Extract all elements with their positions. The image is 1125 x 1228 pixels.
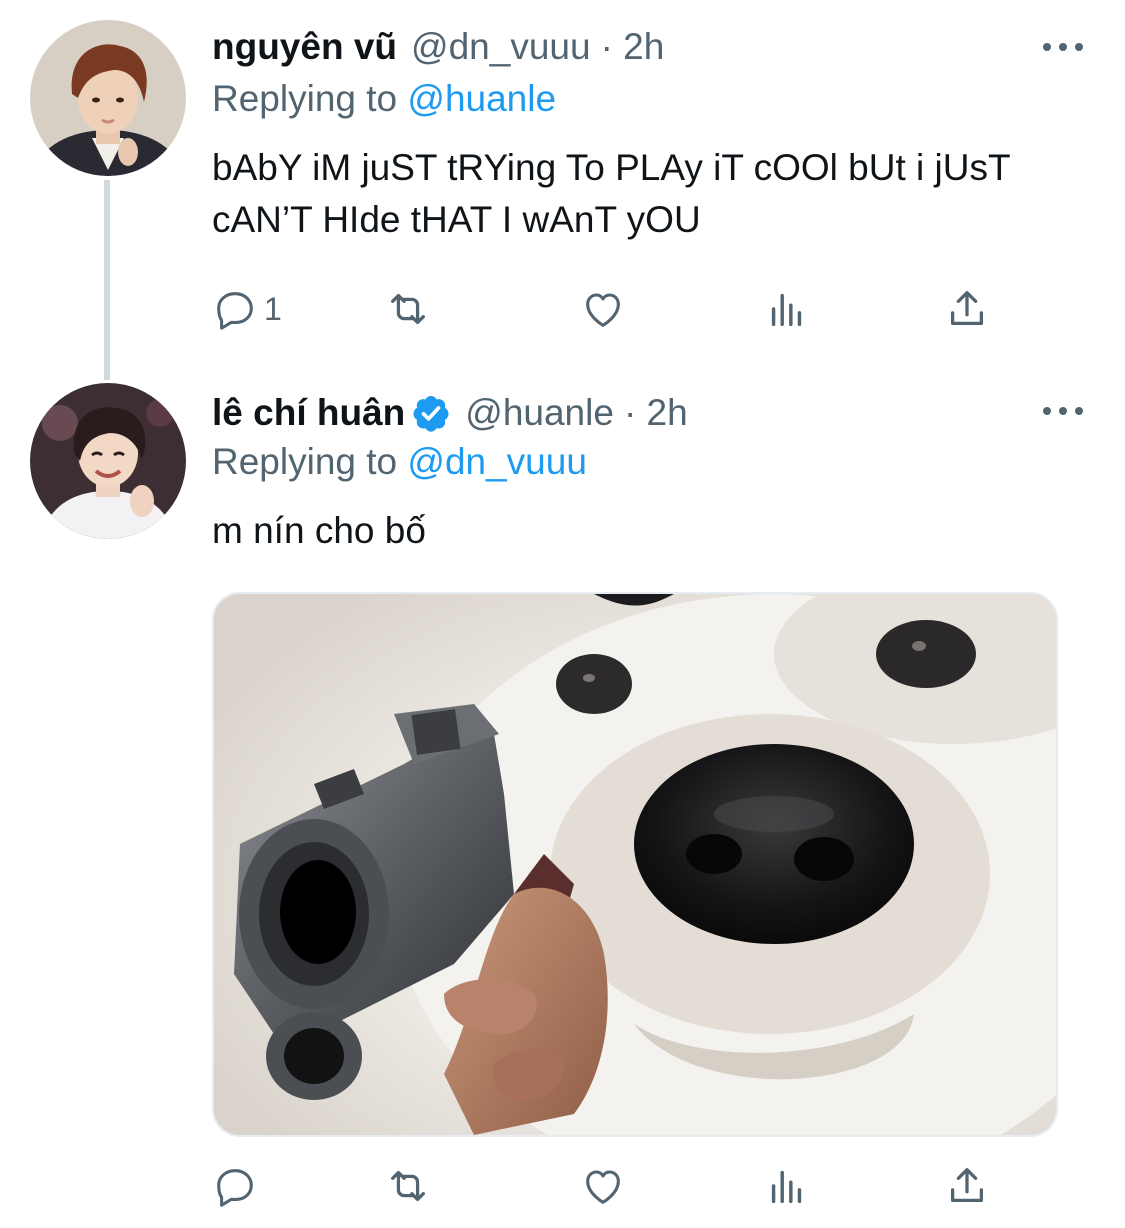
- reply-icon: [217, 1169, 253, 1207]
- analytics-button[interactable]: [764, 285, 810, 333]
- author-name[interactable]: nguyên vũ: [212, 25, 397, 69]
- analytics-icon: [771, 1170, 802, 1204]
- more-icon[interactable]: [1043, 405, 1083, 417]
- timestamp[interactable]: · 2h: [624, 391, 688, 435]
- author-handle[interactable]: @huanle: [465, 391, 614, 435]
- avatar[interactable]: [30, 20, 186, 176]
- retweet-icon: [391, 293, 425, 325]
- retweet-button[interactable]: [385, 1162, 431, 1210]
- more-icon[interactable]: [1043, 41, 1083, 53]
- verified-badge-icon: [413, 396, 449, 432]
- reply-button[interactable]: [212, 1162, 258, 1210]
- replying-to: Replying to @dn_vuuu: [212, 440, 587, 484]
- share-icon: [950, 1168, 984, 1203]
- reply-icon: [217, 292, 253, 330]
- like-button[interactable]: [580, 1162, 626, 1210]
- replying-label: Replying to: [212, 441, 398, 482]
- tweet-1[interactable]: nguyên vũ @dn_vuuu · 2h Replying to @hua…: [0, 0, 1125, 380]
- tweet-media-image[interactable]: [212, 592, 1058, 1137]
- tweet-text: bAbY iM juST tRYing To PLAy iT cOOl bUt …: [212, 147, 1010, 240]
- retweet-icon: [391, 1170, 425, 1202]
- like-icon: [586, 293, 620, 327]
- retweet-button[interactable]: [385, 285, 431, 333]
- reply-count: 1: [264, 290, 282, 327]
- action-bar: 1: [212, 285, 1012, 333]
- timestamp[interactable]: · 2h: [601, 25, 665, 69]
- replying-to: Replying to @huanle: [212, 77, 556, 121]
- like-button[interactable]: [580, 285, 626, 333]
- reply-button[interactable]: 1: [212, 285, 282, 333]
- analytics-icon: [771, 293, 802, 327]
- share-button[interactable]: [944, 1162, 990, 1210]
- replying-mention[interactable]: @dn_vuuu: [407, 441, 587, 482]
- analytics-button[interactable]: [764, 1162, 810, 1210]
- tweet-text: m nín cho bố: [212, 510, 426, 551]
- avatar[interactable]: [30, 383, 186, 539]
- replying-label: Replying to: [212, 78, 398, 119]
- dog-with-gun-photo: [214, 594, 1056, 1135]
- tweet-header: lê chí huân @huanle · 2h: [212, 391, 688, 435]
- tweet-header: nguyên vũ @dn_vuuu · 2h: [212, 25, 664, 69]
- share-button[interactable]: [944, 285, 990, 333]
- author-name[interactable]: lê chí huân: [212, 391, 405, 435]
- thread-line: [104, 180, 110, 380]
- share-icon: [950, 291, 984, 326]
- like-icon: [586, 1170, 620, 1204]
- replying-mention[interactable]: @huanle: [407, 78, 556, 119]
- action-bar: [212, 1162, 1012, 1210]
- author-handle[interactable]: @dn_vuuu: [411, 25, 591, 69]
